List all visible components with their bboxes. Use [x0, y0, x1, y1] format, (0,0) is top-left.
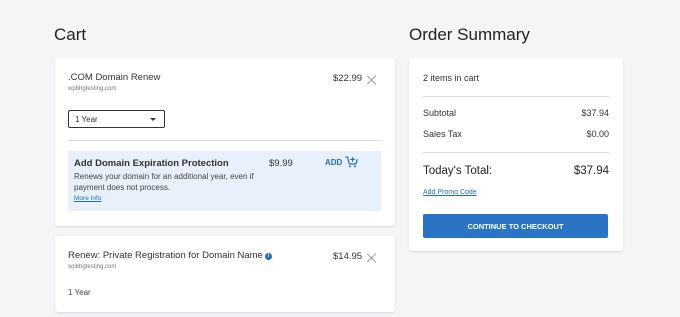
protection-description: Renews your domain for an additional yea… [74, 172, 254, 192]
divider [423, 96, 609, 97]
item-price: $22.99 [333, 73, 363, 84]
term-select-value: 1 Year [75, 115, 98, 124]
item-name-text: Renew: Private Registration for Domain N… [68, 250, 263, 261]
protection-price: $9.99 [269, 158, 293, 169]
total-row: Today's Total: $37.94 [423, 165, 609, 177]
more-info-link[interactable]: More Info [74, 195, 101, 202]
total-label: Today's Total: [423, 165, 493, 177]
add-protection-button[interactable]: ADD [325, 156, 359, 168]
order-summary-title: Order Summary [409, 25, 530, 44]
cart-title: Cart [54, 25, 87, 44]
item-price: $14.95 [333, 251, 363, 262]
divider [68, 140, 382, 141]
close-icon[interactable] [367, 75, 377, 85]
item-domain: wpbhgtesting.com [68, 86, 117, 92]
close-icon[interactable] [367, 253, 377, 263]
term-select[interactable]: 1 Year [68, 110, 165, 128]
tax-value: $0.00 [586, 129, 609, 139]
total-value: $37.94 [573, 165, 609, 177]
items-count: 2 items in cart [423, 73, 609, 83]
continue-to-checkout-button[interactable]: CONTINUE TO CHECKOUT [423, 214, 608, 238]
item-domain: wpbhgtesting.com [68, 264, 117, 270]
subtotal-label: Subtotal [423, 108, 457, 118]
divider [423, 152, 609, 153]
subtotal-row: Subtotal $37.94 [423, 108, 609, 118]
item-name: .COM Domain Renew [68, 72, 161, 83]
add-label: ADD [325, 157, 343, 167]
info-icon[interactable]: i [264, 253, 272, 260]
cart-add-icon [345, 156, 359, 168]
chevron-down-icon [150, 118, 156, 121]
subtotal-value: $37.94 [581, 108, 609, 118]
cart-item-private-registration: Renew: Private Registration for Domain N… [55, 236, 395, 312]
expiration-protection-offer: Add Domain Expiration Protection Renews … [68, 151, 381, 211]
cart-item-domain-renew: .COM Domain Renew wpbhgtesting.com $22.9… [55, 58, 395, 226]
tax-row: Sales Tax $0.00 [423, 129, 609, 139]
add-promo-code-link[interactable]: Add Promo Code [423, 189, 477, 196]
items-count-text: 2 items in cart [423, 73, 480, 83]
tax-label: Sales Tax [423, 129, 462, 139]
order-summary-card: 2 items in cart Subtotal $37.94 Sales Ta… [409, 58, 623, 251]
item-term: 1 Year [68, 288, 91, 297]
item-name: Renew: Private Registration for Domain N… [68, 250, 272, 261]
protection-title: Add Domain Expiration Protection [74, 158, 229, 169]
